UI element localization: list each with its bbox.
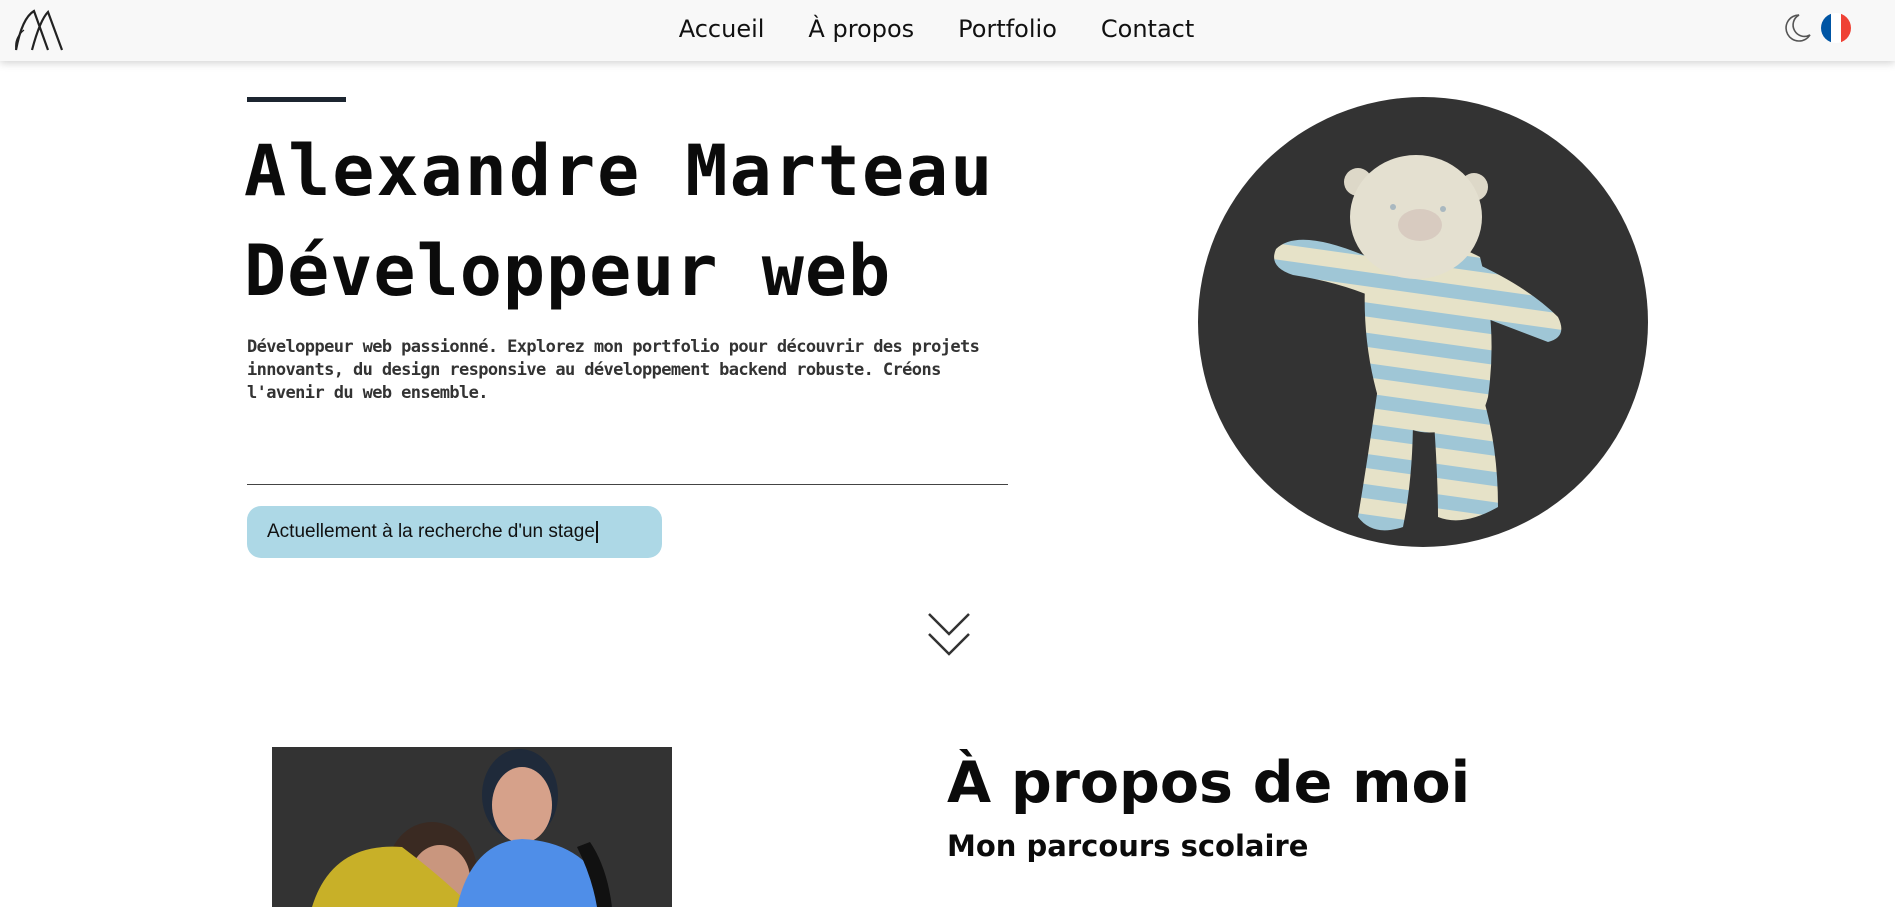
moon-icon[interactable]: [1779, 11, 1813, 45]
people-photo: [312, 749, 612, 907]
header-actions: [1779, 11, 1851, 45]
status-text: Actuellement à la recherche d'un stage: [267, 521, 595, 542]
about-photo: [272, 747, 672, 907]
hero-name: Alexandre Marteau: [244, 130, 995, 212]
typing-cursor: [595, 520, 598, 543]
hero-description: Développeur web passionné. Explorez mon …: [247, 337, 980, 403]
nav-a-propos[interactable]: À propos: [808, 12, 914, 46]
accent-bar: [247, 97, 346, 102]
nav-contact[interactable]: Contact: [1101, 12, 1194, 46]
french-flag-icon[interactable]: [1821, 13, 1851, 43]
double-chevron-down-icon[interactable]: [926, 610, 972, 660]
about-title: À propos de moi: [947, 750, 1471, 816]
nav-accueil[interactable]: Accueil: [679, 12, 765, 46]
hero-divider: [247, 484, 1008, 485]
main-nav: Accueil À propos Portfolio Contact: [0, 12, 1895, 46]
status-badge: Actuellement à la recherche d'un stage: [247, 506, 662, 558]
nav-portfolio[interactable]: Portfolio: [958, 12, 1057, 46]
hero-role: Développeur web: [244, 230, 892, 312]
teddy-bear-image: [1274, 155, 1562, 531]
hero-avatar: [1198, 97, 1648, 547]
about-subtitle: Mon parcours scolaire: [947, 829, 1309, 863]
site-header: Accueil À propos Portfolio Contact: [0, 0, 1895, 61]
